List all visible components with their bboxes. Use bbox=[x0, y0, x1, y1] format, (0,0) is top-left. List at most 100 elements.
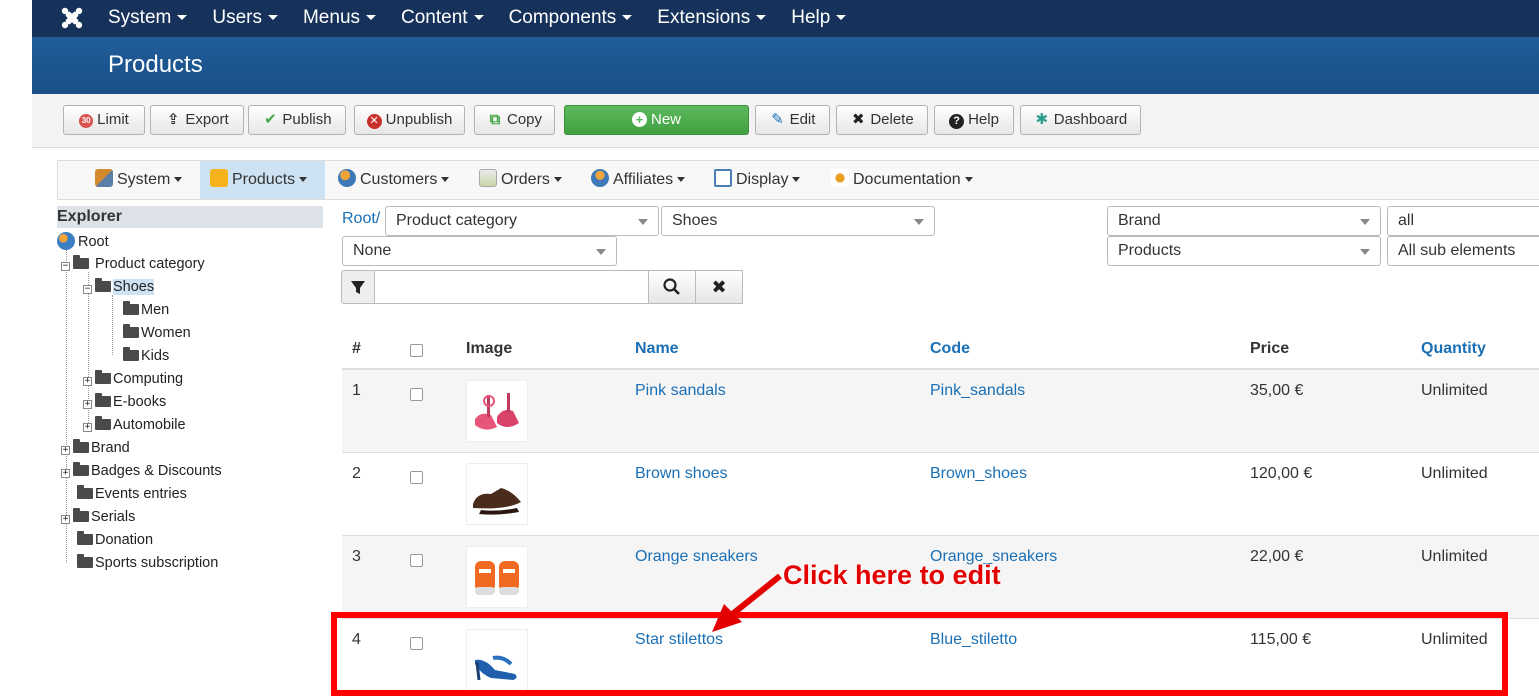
copy-button[interactable]: ⧉ Copy bbox=[474, 105, 555, 135]
customers-icon bbox=[338, 169, 356, 187]
sub-elements-select[interactable]: All sub elements bbox=[1387, 236, 1539, 266]
tree-node-badges[interactable]: + Badges & Discounts bbox=[61, 461, 222, 481]
caret-down-icon bbox=[756, 15, 767, 21]
row-checkbox[interactable] bbox=[410, 471, 423, 484]
product-image[interactable] bbox=[466, 463, 528, 525]
product-name-link[interactable]: Brown shoes bbox=[635, 465, 728, 483]
expand-icon[interactable]: + bbox=[61, 515, 70, 524]
orders-icon bbox=[479, 169, 497, 187]
compmenu-affiliates[interactable]: Affiliates bbox=[591, 161, 686, 199]
brand-select[interactable]: Brand bbox=[1107, 206, 1381, 236]
collapse-icon[interactable]: − bbox=[83, 285, 92, 294]
caret-down-icon bbox=[174, 177, 183, 183]
product-quantity: Unlimited bbox=[1421, 465, 1488, 482]
display-icon bbox=[714, 169, 732, 187]
menu-menus[interactable]: Menus bbox=[303, 0, 388, 37]
folder-icon bbox=[77, 554, 93, 568]
compmenu-products[interactable]: Products bbox=[200, 161, 325, 199]
expand-icon[interactable]: + bbox=[83, 377, 92, 386]
tree-node-sports[interactable]: Sports subscription bbox=[77, 553, 218, 573]
menu-content[interactable]: Content bbox=[401, 0, 496, 37]
product-image[interactable] bbox=[466, 380, 528, 442]
copy-icon: ⧉ bbox=[489, 111, 501, 128]
select-all-checkbox[interactable] bbox=[410, 344, 423, 357]
tree-node-shoes[interactable]: − Shoes bbox=[83, 277, 155, 297]
row-checkbox[interactable] bbox=[410, 554, 423, 567]
product-code-link[interactable]: Pink_sandals bbox=[930, 382, 1025, 400]
tree-node-kids[interactable]: Kids bbox=[123, 346, 169, 366]
export-button[interactable]: ⇪ Export bbox=[150, 105, 244, 135]
product-code-link[interactable]: Brown_shoes bbox=[930, 465, 1027, 483]
product-name-link[interactable]: Orange sneakers bbox=[635, 548, 758, 566]
tree-node-brand[interactable]: + Brand bbox=[61, 438, 130, 458]
compmenu-system[interactable]: System bbox=[95, 161, 183, 199]
delete-button[interactable]: ✖ Delete bbox=[836, 105, 928, 135]
plus-circle-icon: + bbox=[631, 112, 647, 127]
edit-button[interactable]: ✎ Edit bbox=[755, 105, 830, 135]
search-button[interactable] bbox=[648, 270, 696, 304]
tree-node-product-category[interactable]: − Product category bbox=[61, 254, 205, 274]
collapse-icon[interactable]: − bbox=[61, 262, 70, 271]
clear-search-button[interactable]: ✖ bbox=[695, 270, 743, 304]
new-button[interactable]: + New bbox=[564, 105, 749, 135]
none-select[interactable]: None bbox=[342, 236, 617, 266]
compmenu-display[interactable]: Display bbox=[714, 161, 801, 199]
tree-node-root[interactable]: Root bbox=[57, 232, 109, 252]
menu-system[interactable]: System bbox=[108, 0, 199, 37]
compmenu-documentation[interactable]: Documentation bbox=[831, 161, 973, 199]
product-image[interactable] bbox=[466, 546, 528, 608]
category-value-select[interactable]: Shoes bbox=[661, 206, 935, 236]
compmenu-customers[interactable]: Customers bbox=[338, 161, 450, 199]
tree-node-women[interactable]: Women bbox=[123, 323, 191, 343]
publish-button[interactable]: ✔ Publish bbox=[248, 105, 346, 135]
tools-icon bbox=[95, 169, 113, 187]
col-code[interactable]: Code bbox=[930, 340, 970, 358]
tree-node-automobile[interactable]: + Automobile bbox=[83, 415, 186, 435]
menu-users[interactable]: Users bbox=[212, 0, 290, 37]
expand-icon[interactable]: + bbox=[83, 400, 92, 409]
tree-node-serials[interactable]: + Serials bbox=[61, 507, 135, 527]
affiliates-icon bbox=[591, 169, 609, 187]
tree-node-ebooks[interactable]: + E-books bbox=[83, 392, 166, 412]
brand-value-select[interactable]: all bbox=[1387, 206, 1539, 236]
col-quantity[interactable]: Quantity bbox=[1421, 340, 1486, 358]
tree-node-men[interactable]: Men bbox=[123, 300, 169, 320]
breadcrumb-root[interactable]: Root/ bbox=[342, 210, 380, 228]
joomla-logo-icon[interactable] bbox=[60, 6, 84, 30]
funnel-icon bbox=[351, 281, 365, 294]
tree-node-computing[interactable]: + Computing bbox=[83, 369, 183, 389]
products-select[interactable]: Products bbox=[1107, 236, 1381, 266]
expand-icon[interactable]: + bbox=[61, 469, 70, 478]
caret-down-icon bbox=[836, 15, 847, 21]
caret-down-icon bbox=[792, 177, 801, 183]
col-name[interactable]: Name bbox=[635, 340, 679, 358]
caret-down-icon bbox=[677, 177, 686, 183]
unpublish-button[interactable]: ✕ Unpublish bbox=[354, 105, 465, 135]
highlight-box bbox=[331, 612, 1508, 696]
tree-node-events[interactable]: Events entries bbox=[77, 484, 187, 504]
dropdown-arrow-icon bbox=[596, 249, 606, 255]
limit-button[interactable]: 30 Limit bbox=[63, 105, 145, 135]
tree-node-donation[interactable]: Donation bbox=[77, 530, 153, 550]
annotation-arrow-icon bbox=[712, 573, 782, 632]
expand-icon[interactable]: + bbox=[61, 446, 70, 455]
row-checkbox[interactable] bbox=[410, 388, 423, 401]
expand-icon[interactable]: + bbox=[83, 423, 92, 432]
category-type-select[interactable]: Product category bbox=[385, 206, 659, 236]
folder-icon bbox=[123, 324, 139, 338]
help-button[interactable]: ? Help bbox=[934, 105, 1014, 135]
menu-extensions[interactable]: Extensions bbox=[657, 0, 778, 37]
products-icon bbox=[210, 169, 228, 187]
filter-icon[interactable] bbox=[341, 270, 375, 304]
edit-icon: ✎ bbox=[771, 111, 784, 128]
folder-open-icon bbox=[95, 278, 111, 292]
product-name-link[interactable]: Pink sandals bbox=[635, 382, 726, 400]
compmenu-orders[interactable]: Orders bbox=[479, 161, 562, 199]
search-input[interactable] bbox=[374, 270, 649, 304]
menu-help[interactable]: Help bbox=[791, 0, 858, 37]
menu-components[interactable]: Components bbox=[509, 0, 645, 37]
dashboard-button[interactable]: ✱ Dashboard bbox=[1020, 105, 1141, 135]
col-number: # bbox=[352, 340, 361, 357]
explorer-header: Explorer bbox=[57, 206, 323, 228]
brown-shoe-image-icon bbox=[473, 488, 521, 515]
